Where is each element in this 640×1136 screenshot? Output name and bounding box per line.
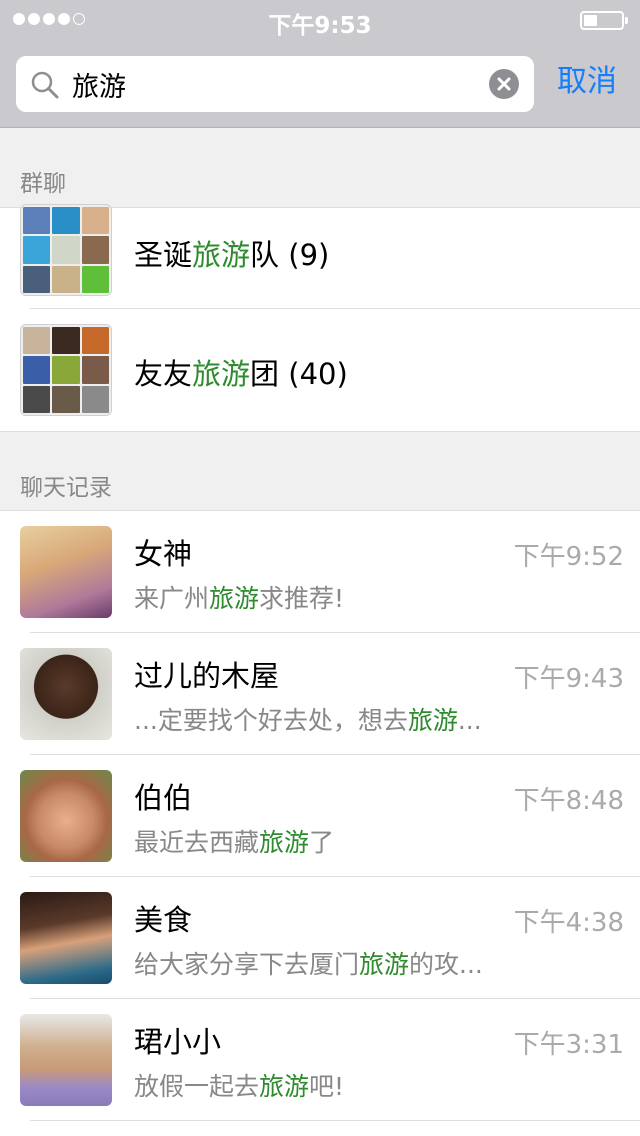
chat-time: 下午4:38 xyxy=(513,908,624,938)
status-time: 下午9:53 xyxy=(268,13,372,39)
avatar xyxy=(20,648,112,740)
cancel-button[interactable]: 取消 xyxy=(557,60,617,104)
avatar xyxy=(20,1014,112,1106)
chat-name: 珺小小 xyxy=(134,1025,222,1059)
search-input[interactable] xyxy=(72,64,492,104)
chat-name: 过儿的木屋 xyxy=(134,659,280,693)
group-name: 友友旅游团 (40) xyxy=(134,357,348,391)
group-row[interactable]: 圣诞旅游队 (9) xyxy=(0,204,640,309)
avatar xyxy=(20,770,112,862)
group-name: 圣诞旅游队 (9) xyxy=(134,238,330,272)
clear-search-icon[interactable] xyxy=(489,69,519,99)
chat-name: 伯伯 xyxy=(134,781,193,815)
chat-row[interactable]: 女神 下午9:52 来广州旅游求推荐! xyxy=(0,511,640,633)
chat-row[interactable]: 珺小小 下午3:31 放假一起去旅游吧! xyxy=(0,999,640,1121)
search-box[interactable] xyxy=(16,56,534,112)
chat-row[interactable]: 伯伯 下午8:48 最近去西藏旅游了 xyxy=(0,755,640,877)
avatar xyxy=(20,892,112,984)
group-avatar xyxy=(20,324,112,416)
chat-time: 下午3:31 xyxy=(513,1030,624,1060)
search-icon xyxy=(31,71,59,99)
chat-time: 下午9:52 xyxy=(513,542,624,572)
chat-row[interactable]: 美食 下午4:38 给大家分享下去厦门旅游的攻... xyxy=(0,877,640,999)
status-bar: 下午9:53 xyxy=(0,0,640,40)
group-row[interactable]: 友友旅游团 (40) xyxy=(0,309,640,431)
chat-name: 女神 xyxy=(134,537,193,571)
chat-time: 下午8:48 xyxy=(513,786,624,816)
section-title: 聊天记录 xyxy=(20,475,112,501)
chat-name: 美食 xyxy=(134,903,193,937)
chat-preview: 来广州旅游求推荐! xyxy=(134,584,345,613)
group-avatar xyxy=(20,204,112,296)
avatar xyxy=(20,526,112,618)
chat-preview: 给大家分享下去厦门旅游的攻... xyxy=(134,950,483,979)
chat-preview: ...定要找个好去处，想去旅游... xyxy=(134,706,482,735)
battery-icon xyxy=(580,11,628,30)
chat-preview: 最近去西藏旅游了 xyxy=(134,828,335,857)
chat-row[interactable]: 过儿的木屋 下午9:43 ...定要找个好去处，想去旅游... xyxy=(0,633,640,755)
section-title: 群聊 xyxy=(20,171,66,197)
chat-preview: 放假一起去旅游吧! xyxy=(134,1072,345,1101)
section-header-chats: 聊天记录 xyxy=(0,431,640,511)
chat-time: 下午9:43 xyxy=(513,664,624,694)
search-header: 下午9:53 取消 xyxy=(0,0,640,128)
section-header-groups: 群聊 xyxy=(0,128,640,208)
